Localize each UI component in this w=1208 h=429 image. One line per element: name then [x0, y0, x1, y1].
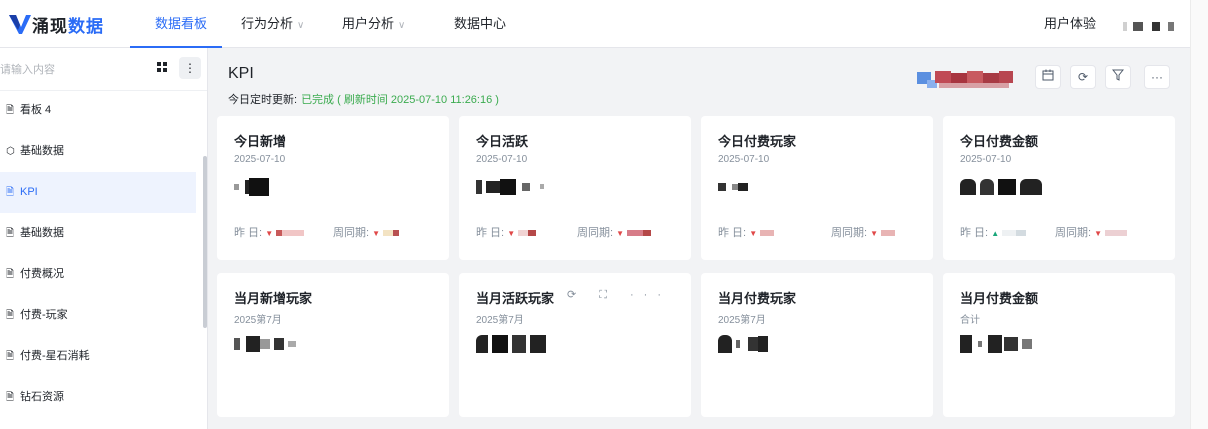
redacted-value — [960, 335, 1032, 357]
sidebar-item-board-4[interactable]: 🗎 看板 4 — [0, 90, 196, 131]
board-icon: 🗎 — [6, 228, 15, 239]
redacted-value — [476, 335, 546, 357]
redacted-value — [234, 178, 269, 200]
card-date: 合计 — [960, 315, 980, 326]
week-compare: 周同期: ▼ — [831, 224, 896, 240]
arrow-down-icon: ▼ — [1094, 229, 1103, 238]
logo-v-icon — [9, 15, 31, 34]
page-title: KPI — [228, 65, 254, 82]
redacted-value — [234, 335, 296, 357]
yesterday-compare: 昨 日: ▼ — [234, 224, 305, 240]
board-icon: 🗎 — [6, 310, 15, 321]
redacted-value — [476, 178, 544, 200]
sidebar-item-payment-starstone[interactable]: 🗎 付费-星石消耗 — [0, 336, 196, 377]
week-compare: 周同期: ▼ — [577, 224, 652, 240]
chevron-down-icon: ∨ — [398, 20, 406, 31]
arrow-down-icon: ▼ — [507, 229, 516, 238]
user-experience-link[interactable]: 用户体验 — [1044, 0, 1096, 48]
arrow-down-icon: ▼ — [870, 229, 879, 238]
nav-tab-dashboard[interactable]: 数据看板 — [155, 0, 207, 48]
card-date: 2025第7月 — [234, 315, 282, 326]
sidebar-item-diamond-resources[interactable]: 🗎 钻石资源 — [0, 377, 196, 418]
card-date: 2025-07-10 — [718, 154, 770, 165]
refresh-status: 今日定时更新: 已完成 ( 刷新时间 2025-07-10 11:26:16 ) — [228, 94, 499, 106]
board-icon: 🗎 — [6, 105, 15, 116]
more-horizontal-icon[interactable]: ··· — [1144, 65, 1170, 89]
kpi-card-today-paying-players[interactable]: 今日付费玩家 2025-07-10 昨 日: ▼ 周同期: ▼ — [701, 116, 933, 260]
kpi-card-month-paying-players[interactable]: 当月付费玩家 2025第7月 — [701, 273, 933, 417]
arrow-down-icon: ▼ — [749, 229, 758, 238]
week-compare: 周同期: ▼ — [333, 224, 400, 240]
card-title: 当月活跃玩家 — [476, 291, 555, 306]
arrow-up-icon: ▲ — [991, 229, 1000, 238]
grid-view-icon[interactable] — [151, 57, 173, 79]
redacted-value — [718, 178, 748, 200]
kpi-card-today-payment-amount[interactable]: 今日付费金额 2025-07-10 昨 日: ▲ 周同期: ▼ — [943, 116, 1175, 260]
kpi-card-today-new[interactable]: 今日新增 2025-07-10 昨 日: ▼ 周同期: ▼ — [217, 116, 449, 260]
card-tools[interactable]: ⟳ ⛶ ··· — [567, 288, 671, 302]
kpi-card-month-active-players[interactable]: 当月活跃玩家 ⟳ ⛶ ··· 2025第7月 — [459, 273, 691, 417]
week-compare: 周同期: ▼ — [1055, 224, 1128, 240]
calendar-icon[interactable] — [1035, 65, 1061, 89]
board-icon: 🗎 — [6, 269, 15, 280]
card-title: 当月付费玩家 — [718, 291, 797, 306]
user-menu[interactable] — [1123, 18, 1175, 32]
page-scrollbar-track[interactable] — [1190, 0, 1208, 429]
nav-tab-data-center[interactable]: 数据中心 — [454, 0, 506, 48]
card-date: 2025-07-10 — [476, 154, 528, 165]
yesterday-compare: 昨 日: ▲ — [960, 224, 1027, 240]
kpi-card-today-active[interactable]: 今日活跃 2025-07-10 昨 日: ▼ 周同期: ▼ — [459, 116, 691, 260]
nav-tab-user-analysis[interactable]: 用户分析 ∨ — [342, 0, 405, 48]
arrow-down-icon: ▼ — [616, 229, 625, 238]
top-navigation-bar: 涌现数据 数据看板 行为分析 ∨ 用户分析 ∨ 数据中心 用户体验 — [0, 0, 1190, 48]
card-title: 当月付费金额 — [960, 291, 1039, 306]
yesterday-compare: 昨 日: ▼ — [476, 224, 537, 240]
search-input[interactable]: 请输入内容 — [0, 60, 140, 80]
more-vertical-icon[interactable]: ⋮ — [179, 57, 201, 79]
sidebar-scrollbar[interactable] — [203, 156, 207, 328]
redacted-value — [718, 335, 768, 357]
arrow-down-icon: ▼ — [372, 229, 381, 238]
board-icon: 🗎 — [6, 187, 15, 198]
redacted-badge — [917, 68, 1027, 90]
sidebar-item-kpi[interactable]: 🗎 KPI — [0, 172, 196, 213]
kpi-card-month-new-players[interactable]: 当月新增玩家 2025第7月 — [217, 273, 449, 417]
sidebar-item-payment-overview[interactable]: 🗎 付费概况 — [0, 254, 196, 295]
yesterday-compare: 昨 日: ▼ — [718, 224, 775, 240]
kpi-card-month-payment-amount[interactable]: 当月付费金额 合计 — [943, 273, 1175, 417]
sidebar-item-basic-data[interactable]: 🗎 基础数据 — [0, 213, 196, 254]
card-date: 2025第7月 — [718, 315, 766, 326]
card-date: 2025第7月 — [476, 315, 524, 326]
cube-icon: ⬡ — [6, 146, 15, 157]
arrow-down-icon: ▼ — [265, 229, 274, 238]
card-title: 今日新增 — [234, 134, 287, 149]
logo[interactable]: 涌现数据 — [8, 10, 104, 38]
logo-text: 涌现数据 — [32, 16, 104, 36]
card-date: 2025-07-10 — [234, 154, 286, 165]
refresh-icon[interactable]: ⟳ — [1070, 65, 1096, 89]
sidebar-item-payment-players[interactable]: 🗎 付费-玩家 — [0, 295, 196, 336]
card-title: 今日付费玩家 — [718, 134, 797, 149]
card-date: 2025-07-10 — [960, 154, 1012, 165]
redacted-value — [960, 178, 1042, 200]
sidebar: 请输入内容 ⋮ 🗎 看板 4 ⬡ 基础数据 🗎 KPI 🗎 基础数据 🗎 付费概况 🗎 付费… — [0, 48, 208, 429]
sidebar-item-basic-data-group[interactable]: ⬡ 基础数据 — [0, 131, 196, 172]
board-icon: 🗎 — [6, 351, 15, 362]
board-icon: 🗎 — [6, 392, 15, 403]
card-title: 今日活跃 — [476, 134, 529, 149]
card-title: 当月新增玩家 — [234, 291, 313, 306]
card-title: 今日付费金额 — [960, 134, 1039, 149]
filter-icon[interactable] — [1105, 65, 1131, 89]
nav-tab-behavior-analysis[interactable]: 行为分析 ∨ — [241, 0, 304, 48]
chevron-down-icon: ∨ — [297, 20, 305, 31]
